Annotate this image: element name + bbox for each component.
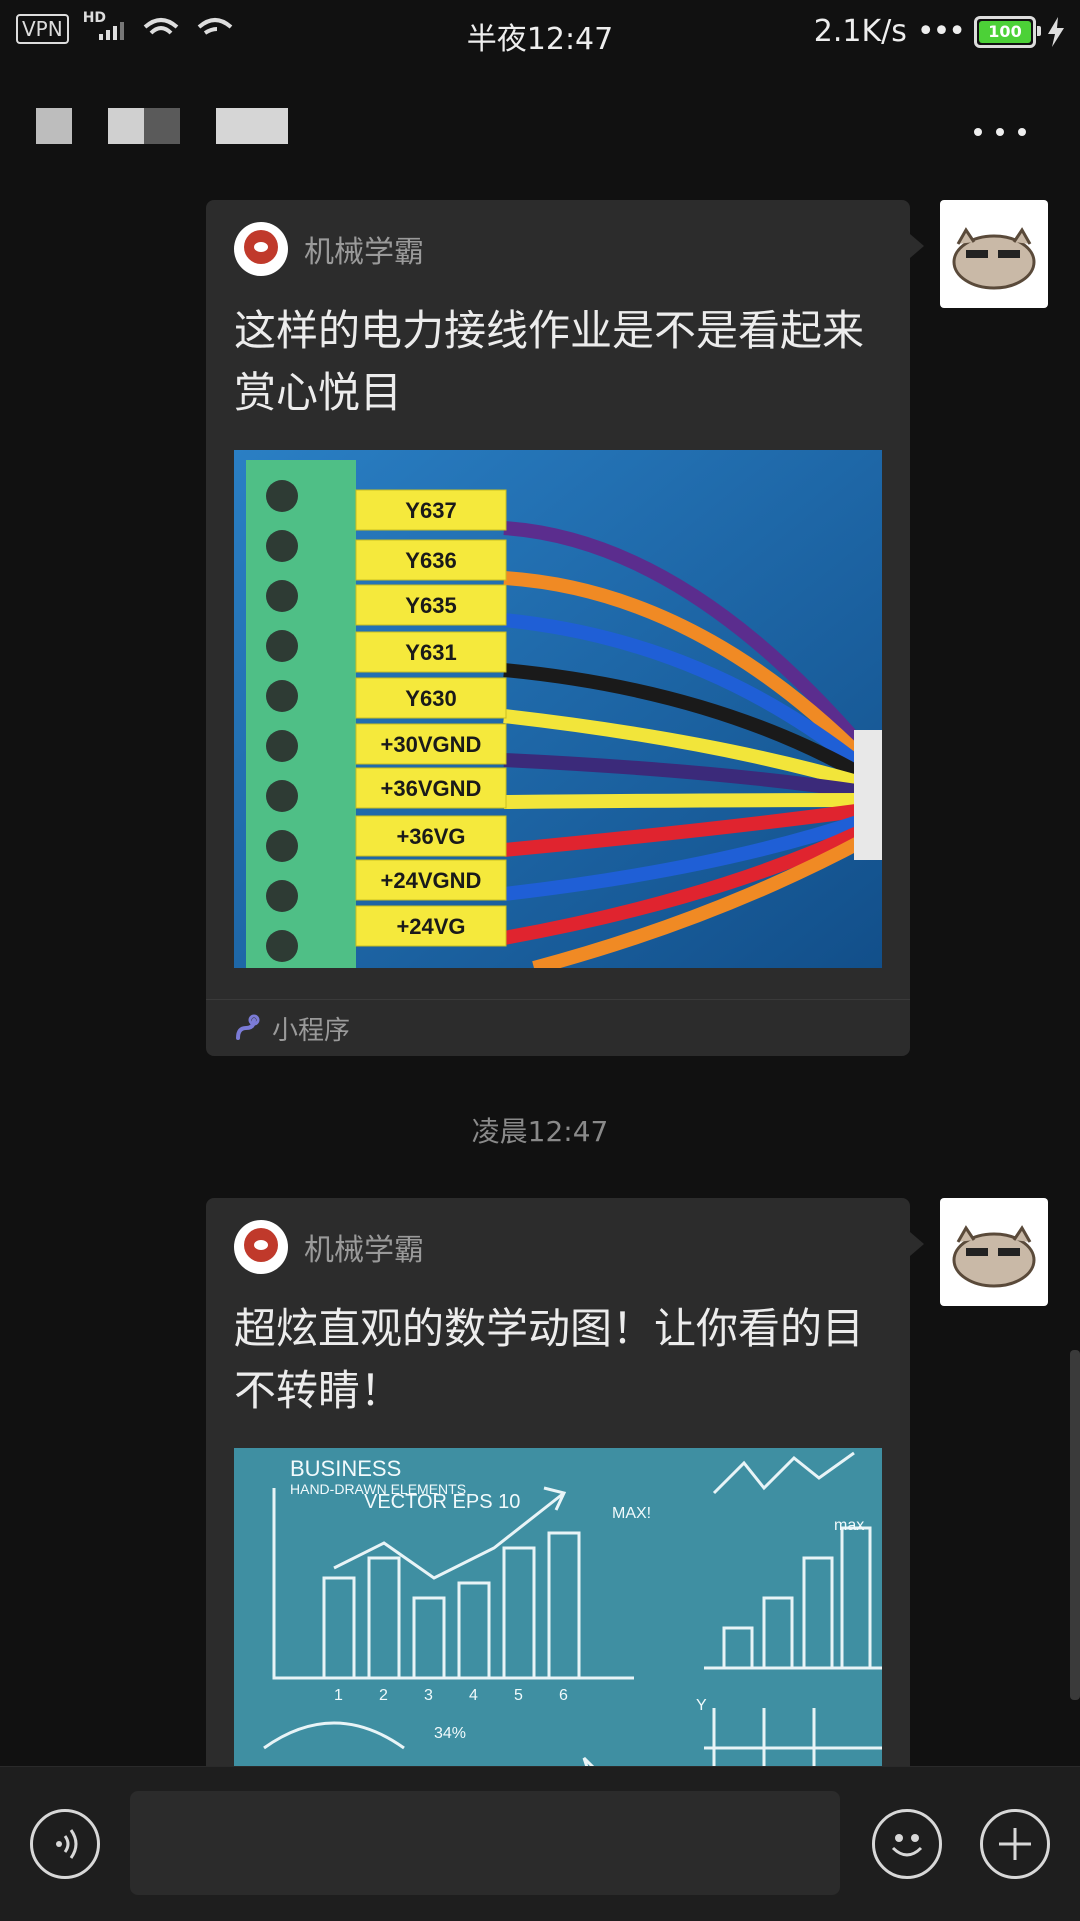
axis-tick: 5	[514, 1687, 523, 1704]
input-bar	[0, 1766, 1080, 1921]
scrollbar[interactable]	[1070, 1350, 1080, 1700]
wire-label: +30VGND	[381, 732, 482, 757]
more-status-icon: •••	[916, 13, 966, 49]
card-title: 这样的电力接线作业是不是看起来赏心悦目	[234, 306, 865, 417]
redacted-title-part	[144, 108, 180, 144]
battery-icon: 100	[974, 15, 1041, 48]
axis-tick: 6	[559, 1687, 568, 1704]
wire-label: Y630	[405, 686, 456, 711]
battery-level: 100	[988, 22, 1022, 41]
redacted-title-part	[216, 108, 288, 144]
status-bar: VPN HD 半夜12:47 2.1K/s ••• 100	[0, 0, 1080, 72]
redacted-title-part	[108, 108, 144, 144]
axis-tick: 2	[379, 1687, 388, 1704]
message-input[interactable]	[130, 1791, 840, 1895]
voice-icon[interactable]	[30, 1809, 100, 1879]
chat-area[interactable]: 机械学霸 这样的电力接线作业是不是看起来赏心悦目 Y637 Y636 Y635 …	[0, 200, 1080, 1766]
wire-label: Y631	[405, 640, 456, 665]
card-image: Y637 Y636 Y635 Y631 Y630 +30VGND +36VGND…	[234, 450, 882, 968]
redacted-back[interactable]	[36, 108, 72, 144]
card-source: 机械学霸	[234, 1220, 424, 1274]
wire-label: +36VG	[396, 824, 465, 849]
image-text: BUSINESS	[290, 1456, 401, 1481]
card-footer: 小程序	[206, 999, 910, 1056]
charging-icon	[1048, 16, 1064, 47]
source-logo-icon	[234, 222, 288, 276]
mini-program-card[interactable]: 机械学霸 超炫直观的数学动图！让你看的目不转睛！ BUSINESS HAND-D…	[206, 1198, 924, 1766]
status-right: 2.1K/s ••• 100	[814, 14, 1066, 49]
avatar[interactable]	[940, 1198, 1048, 1306]
mini-program-label: 小程序	[272, 1015, 351, 1046]
image-text: max	[834, 1517, 864, 1534]
mini-program-icon	[236, 1014, 260, 1040]
plus-icon[interactable]	[980, 1809, 1050, 1879]
wire-label: +36VGND	[381, 776, 482, 801]
card-title: 超炫直观的数学动图！让你看的目不转睛！	[234, 1304, 865, 1415]
card-source: 机械学霸	[234, 222, 424, 276]
network-speed: 2.1K/s	[813, 14, 907, 49]
message-timestamp: 凌晨12:47	[471, 1115, 609, 1148]
source-name: 机械学霸	[304, 235, 424, 270]
chat-header	[0, 72, 1080, 200]
image-text: MAX!	[612, 1505, 651, 1522]
axis-tick: 3	[424, 1687, 433, 1704]
wire-label: Y636	[405, 548, 456, 573]
wire-label: Y637	[405, 498, 456, 523]
source-name: 机械学霸	[304, 1233, 424, 1268]
image-text: 34%	[434, 1725, 466, 1742]
more-dots-icon[interactable]	[974, 128, 1026, 136]
axis-tick: 4	[469, 1687, 478, 1704]
axis-tick: 1	[334, 1687, 343, 1704]
image-text: VECTOR EPS 10	[364, 1491, 520, 1513]
image-text: Y	[696, 1697, 707, 1714]
mini-program-card[interactable]: 机械学霸 这样的电力接线作业是不是看起来赏心悦目 Y637 Y636 Y635 …	[206, 200, 924, 1056]
avatar[interactable]	[940, 200, 1048, 308]
card-image: BUSINESS HAND-DRAWN ELEMENTS VECTOR EPS …	[234, 1448, 882, 1766]
wire-label: Y635	[405, 593, 456, 618]
wire-label: +24VGND	[381, 868, 482, 893]
wire-label: +24VG	[396, 914, 465, 939]
emoji-icon[interactable]	[872, 1809, 942, 1879]
source-logo-icon	[234, 1220, 288, 1274]
